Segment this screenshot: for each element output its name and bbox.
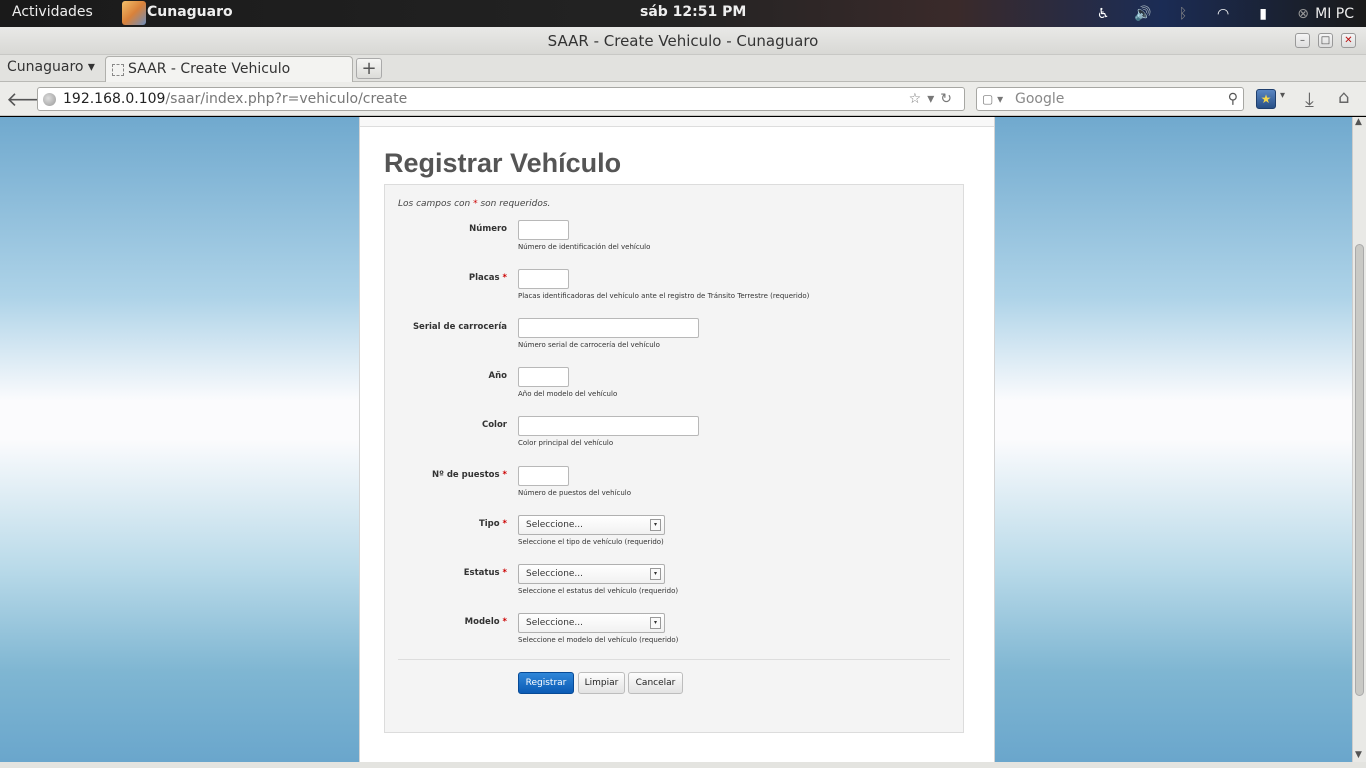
system-tray: ♿ 🔊 ᛒ ◠ ▮ ⊗ MI PC: [1083, 0, 1366, 27]
new-tab-button[interactable]: +: [356, 58, 382, 79]
window-title-bar: SAAR - Create Vehiculo - Cunaguaro – □ ✕: [0, 27, 1366, 55]
field-label: Serial de carrocería: [412, 322, 507, 332]
vehicle-form: Los campos con * son requeridos. Número …: [384, 184, 964, 733]
field-label: Modelo *: [464, 617, 507, 627]
scroll-up-icon[interactable]: ▲: [1355, 117, 1362, 127]
field-hint: Seleccione el modelo del vehículo (reque…: [518, 636, 679, 644]
field-serial: Serial de carrocería Número serial de ca…: [385, 318, 963, 362]
field-hint: Número de puestos del vehículo: [518, 489, 632, 497]
form-divider: [398, 659, 950, 660]
field-label: Tipo *: [478, 519, 507, 529]
back-arrow-icon[interactable]: 🡐: [6, 88, 60, 110]
window-title: SAAR - Create Vehiculo - Cunaguaro: [547, 32, 819, 50]
cancelar-button[interactable]: Cancelar: [628, 672, 683, 694]
reload-icon[interactable]: ↻: [940, 91, 958, 107]
url-host: 192.168.0.109: [63, 91, 166, 107]
placas-input[interactable]: [518, 269, 569, 289]
search-icon[interactable]: ⚲: [1228, 88, 1238, 110]
bookmarks-dropdown-icon[interactable]: ▾: [1280, 90, 1285, 101]
url-path: /saar/index.php?r=vehiculo/create: [165, 91, 408, 107]
user-menu[interactable]: MI PC: [1315, 6, 1354, 22]
volume-icon[interactable]: 🔊: [1133, 6, 1153, 22]
field-puestos: Nº de puestos * Número de puestos del ve…: [385, 466, 963, 510]
field-label: Nº de puestos *: [431, 470, 507, 480]
page-viewport: Registrar Vehículo Los campos con * son …: [0, 117, 1352, 762]
scroll-down-icon[interactable]: ▼: [1355, 750, 1362, 760]
tipo-select[interactable]: Seleccione... ▾: [518, 515, 665, 535]
field-hint: Seleccione el estatus del vehículo (requ…: [518, 587, 679, 595]
field-label: Año: [488, 371, 507, 381]
close-button[interactable]: ✕: [1341, 33, 1356, 48]
minimize-button[interactable]: –: [1295, 33, 1310, 48]
scrollbar-thumb[interactable]: [1355, 244, 1364, 696]
field-label: Color: [481, 420, 507, 430]
navigation-bar: 🡐 192.168.0.109/saar/index.php?r=vehicul…: [0, 82, 1366, 116]
system-top-bar: Actividades Cunaguaro sáb 12:51 PM ♿ 🔊 ᛒ…: [0, 0, 1366, 27]
site-identity-icon[interactable]: [43, 93, 56, 106]
status-strip: [0, 762, 1366, 768]
download-icon[interactable]: ⤓: [1305, 87, 1314, 111]
history-dropdown-icon[interactable]: ▾: [927, 91, 940, 107]
page-container: Registrar Vehículo Los campos con * son …: [359, 117, 995, 762]
activities-button[interactable]: Actividades: [12, 4, 93, 20]
search-placeholder: Google: [1015, 91, 1065, 107]
field-hint: Color principal del vehículo: [518, 439, 614, 447]
anio-input[interactable]: [518, 367, 569, 387]
page-title: Registrar Vehículo: [384, 148, 622, 178]
estatus-select[interactable]: Seleccione... ▾: [518, 564, 665, 584]
limpiar-button[interactable]: Limpiar: [578, 672, 625, 694]
registrar-button[interactable]: Registrar: [518, 672, 574, 694]
numero-input[interactable]: [518, 220, 569, 240]
tab-strip: Cunaguaro ▾ SAAR - Create Vehiculo +: [0, 55, 1366, 82]
field-anio: Año Año del modelo del vehículo: [385, 367, 963, 411]
field-color: Color Color principal del vehículo: [385, 416, 963, 460]
battery-icon[interactable]: ▮: [1253, 6, 1273, 22]
bluetooth-icon[interactable]: ᛒ: [1173, 6, 1193, 22]
field-hint: Número de identificación del vehículo: [518, 243, 651, 251]
star-icon[interactable]: ☆: [909, 91, 928, 107]
color-input[interactable]: [518, 416, 699, 436]
search-engine-icon[interactable]: ▢ ▾: [982, 88, 1003, 110]
field-estatus: Estatus * Seleccione... ▾ Seleccione el e…: [385, 564, 963, 608]
vertical-scrollbar[interactable]: ▲ ▼: [1352, 117, 1366, 762]
search-input[interactable]: ▢ ▾ Google ⚲: [976, 87, 1244, 111]
favicon-icon: [112, 64, 124, 76]
url-bar[interactable]: 192.168.0.109/saar/index.php?r=vehiculo/…: [37, 87, 965, 111]
modelo-select[interactable]: Seleccione... ▾: [518, 613, 665, 633]
clock[interactable]: sáb 12:51 PM: [640, 4, 746, 20]
app-icon[interactable]: [122, 1, 146, 25]
user-status-icon[interactable]: ⊗: [1293, 6, 1313, 22]
tab-create-vehiculo[interactable]: SAAR - Create Vehiculo: [105, 56, 353, 82]
field-label: Número: [469, 224, 507, 234]
home-icon[interactable]: ⌂: [1338, 87, 1349, 108]
puestos-input[interactable]: [518, 466, 569, 486]
wifi-icon[interactable]: ◠: [1213, 6, 1233, 22]
profile-menu[interactable]: Cunaguaro ▾: [7, 59, 95, 75]
app-menu[interactable]: Cunaguaro: [147, 4, 233, 20]
tab-title: SAAR - Create Vehiculo: [128, 61, 291, 77]
chevron-down-icon: ▾: [650, 568, 661, 580]
bookmarks-icon[interactable]: ★: [1256, 89, 1276, 109]
field-modelo: Modelo * Seleccione... ▾ Seleccione el mo…: [385, 613, 963, 657]
field-hint: Número serial de carrocería del vehículo: [518, 341, 660, 349]
required-note: Los campos con * son requeridos.: [398, 199, 551, 209]
field-hint: Seleccione el tipo de vehículo (requerid…: [518, 538, 664, 546]
field-numero: Número Número de identificación del vehí…: [385, 220, 963, 264]
field-tipo: Tipo * Seleccione... ▾ Seleccione el tipo…: [385, 515, 963, 559]
field-label: Estatus *: [463, 568, 507, 578]
chevron-down-icon: ▾: [650, 617, 661, 629]
serial-carroceria-input[interactable]: [518, 318, 699, 338]
site-menu-bar: [360, 117, 994, 127]
field-hint: Placas identificadoras del vehículo ante…: [518, 292, 810, 300]
field-placas: Placas * Placas identificadoras del vehí…: [385, 269, 963, 313]
maximize-button[interactable]: □: [1318, 33, 1333, 48]
field-hint: Año del modelo del vehículo: [518, 390, 618, 398]
accessibility-icon[interactable]: ♿: [1093, 6, 1113, 22]
field-label: Placas *: [468, 273, 507, 283]
chevron-down-icon: ▾: [650, 519, 661, 531]
